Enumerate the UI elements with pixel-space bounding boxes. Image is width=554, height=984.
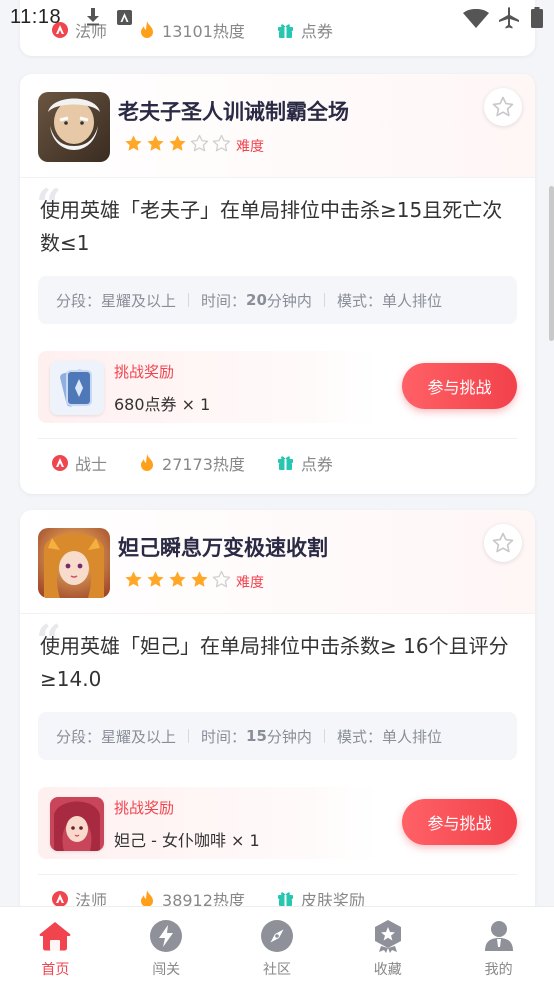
star-outline-icon [492, 96, 514, 117]
wifi-icon [463, 9, 489, 28]
tag-reward-type: 皮肤奖励 [277, 887, 365, 906]
battery-icon [531, 7, 543, 28]
gift-icon [277, 456, 293, 470]
star-empty-icon [212, 570, 231, 588]
tab-label: 闯关 [152, 962, 181, 978]
challenge-description: 使用英雄「老夫子」在单局排位中击杀≥15且死亡次数≤1 [40, 198, 503, 255]
reward-section: 挑战奖励 680点券 × 1 参与挑战 [38, 351, 517, 423]
challenge-title: 老夫子圣人训诫制霸全场 [118, 100, 349, 124]
tab-label: 首页 [41, 962, 70, 978]
scrollbar[interactable] [549, 186, 554, 341]
join-challenge-button[interactable]: 参与挑战 [402, 799, 517, 845]
fire-icon [141, 889, 154, 906]
star-outline-icon [492, 532, 514, 553]
star-empty-icon [190, 134, 209, 152]
class-icon [52, 890, 68, 906]
tab-favorites[interactable]: 收藏 [332, 907, 443, 984]
status-bar: 11:18 [0, 0, 554, 36]
tag-class: 战士 [52, 451, 107, 475]
tab-label: 我的 [484, 962, 513, 978]
reward-label: 挑战奖励 [114, 363, 175, 381]
tab-community[interactable]: 社区 [222, 907, 333, 984]
challenge-description: 使用英雄「妲己」在单局排位中击杀数≥ 16个且评分≥14.0 [40, 634, 509, 691]
challenge-meta: 分段： 星耀及以上 时间： 20 分钟内 模式： 单人排位 [38, 276, 517, 324]
class-icon [52, 454, 68, 471]
app-notification-icon [117, 10, 132, 25]
card-tags: 法师 38912热度 皮肤奖励 [38, 874, 517, 906]
challenge-card[interactable]: 老夫子圣人训诫制霸全场 难度 “ 使用英雄「老夫子」在单局排位中击杀≥15且死亡… [20, 74, 535, 494]
coupon-card-icon [50, 361, 104, 415]
tab-home[interactable]: 首页 [0, 907, 111, 984]
challenge-card[interactable]: 妲己瞬息万变极速收割 难度 “ 使用英雄「妲己」在单局排位中击杀数≥ 16个且评… [20, 510, 535, 906]
star-filled-icon [125, 571, 142, 587]
challenge-title: 妲己瞬息万变极速收割 [118, 536, 328, 560]
tag-reward-type: 点券 [277, 451, 333, 475]
tab-challenge[interactable]: 闯关 [111, 907, 222, 984]
tab-label: 社区 [262, 962, 291, 978]
reward-value: 妲己 - 女仆咖啡 × 1 [114, 831, 260, 850]
tab-label: 收藏 [373, 962, 402, 978]
compass-icon [260, 919, 294, 953]
star-filled-icon [169, 135, 186, 151]
tag-heat: 38912热度 [139, 887, 245, 906]
star-filled-icon [191, 571, 208, 587]
meta-rank: 分段： 星耀及以上 [56, 727, 177, 746]
status-time: 11:18 [10, 6, 62, 28]
airplane-mode-icon [499, 7, 519, 29]
tag-heat: 27173热度 [139, 451, 245, 475]
challenge-list[interactable]: 法师 13101热度 点券 老夫子圣人训诫制霸全场 难度 “ 使用英雄「老夫子」… [0, 0, 554, 906]
meta-rank: 分段： 星耀及以上 [56, 291, 177, 310]
star-filled-icon [169, 571, 186, 587]
hero-avatar [38, 92, 110, 162]
challenge-meta: 分段： 星耀及以上 时间： 15 分钟内 模式： 单人排位 [38, 712, 517, 760]
gift-icon [277, 892, 293, 906]
favorite-button[interactable] [484, 88, 522, 126]
star-filled-icon [147, 571, 164, 587]
reward-section: 挑战奖励 妲己 - 女仆咖啡 × 1 参与挑战 [38, 787, 517, 859]
join-challenge-button[interactable]: 参与挑战 [402, 363, 517, 409]
difficulty-stars [124, 570, 231, 589]
tag-class: 法师 [52, 887, 107, 906]
meta-mode: 模式： 单人排位 [336, 727, 442, 746]
profile-icon [482, 919, 516, 953]
card-tags: 战士 27173热度 点券 [38, 438, 517, 486]
home-icon [38, 919, 72, 953]
download-icon [87, 8, 99, 26]
meta-time: 时间： 20 分钟内 [201, 291, 312, 310]
meta-time: 时间： 15 分钟内 [201, 727, 312, 746]
difficulty-label: 难度 [236, 575, 264, 591]
hero-avatar [38, 528, 110, 598]
reward-label: 挑战奖励 [114, 799, 175, 817]
star-filled-icon [125, 135, 142, 151]
skin-portrait-icon [50, 797, 104, 851]
tab-profile[interactable]: 我的 [443, 907, 554, 984]
lightning-icon [149, 919, 183, 953]
fire-icon [141, 453, 154, 471]
reward-value: 680点券 × 1 [114, 395, 211, 414]
meta-mode: 模式： 单人排位 [336, 291, 442, 310]
star-filled-icon [147, 135, 164, 151]
difficulty-stars [124, 134, 231, 153]
favorite-button[interactable] [484, 524, 522, 562]
difficulty-label: 难度 [236, 139, 264, 155]
star-empty-icon [212, 134, 231, 152]
badge-icon [371, 919, 405, 953]
bottom-tab-bar: 首页 闯关 社区 收藏 我的 [0, 906, 554, 984]
